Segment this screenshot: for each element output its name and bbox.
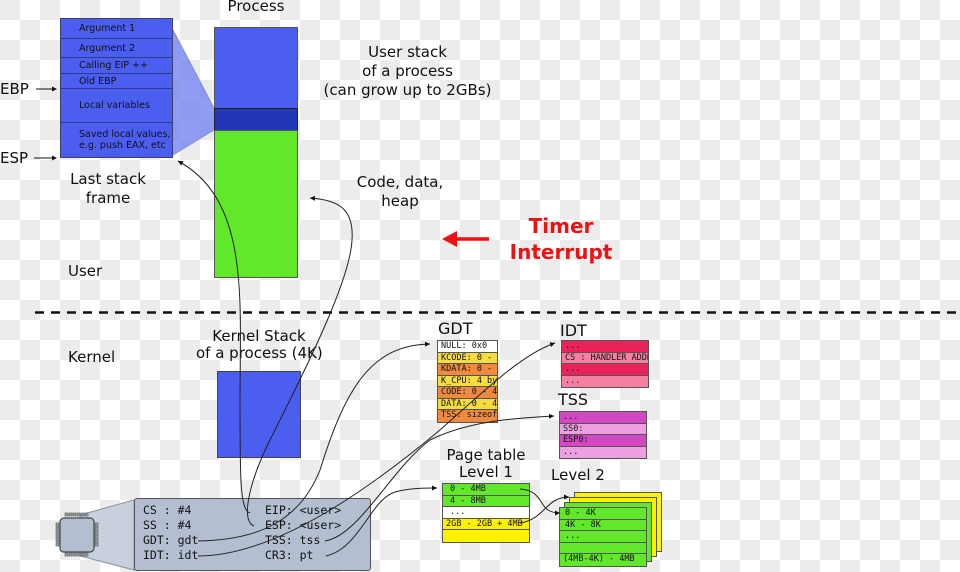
gdt-entry: KCODE: 0 - 4GB [438, 352, 497, 364]
reg-cs: CS : #4 [143, 503, 192, 517]
ebp-label: EBP [0, 80, 29, 98]
frame-row-saved-locals: Saved local values, e.g. push EAX, etc [79, 129, 171, 151]
reg-ss: SS : #4 [143, 518, 192, 532]
idt-title: IDT [560, 321, 587, 340]
code-label-2: heap [381, 192, 419, 210]
frame-row-old-ebp: Old EBP [61, 74, 172, 89]
frame-row-argument-2: Argument 2 [61, 39, 172, 58]
gdt-title: GDT [438, 319, 473, 338]
level2-label: Level 2 [551, 466, 605, 484]
idt-table: ... CS : HANDLER ADDR ... ... [561, 340, 649, 388]
pt1-entry: 4 - 8MB [443, 495, 529, 507]
timer-label-2: Interrupt [509, 240, 613, 264]
gdt-entry: NULL: 0x0 [438, 341, 497, 353]
page-table-level2: 0 - 4K 4K - 8K ... (4MB-4K) - 4MB [559, 507, 647, 567]
user-stack-block [214, 27, 298, 109]
pt2-entry: (4MB-4K) - 4MB [560, 554, 646, 566]
code-data-heap-block [214, 130, 298, 278]
last-frame-label-2: frame [85, 189, 131, 207]
pt2-entry [560, 542, 646, 554]
gdt-entry: DATA: 0 - 4GB [438, 398, 497, 410]
cpu-registers-panel: CS : #4 SS : #4 GDT: gdt IDT: idt EIP: <… [134, 498, 371, 571]
idt-entry: ... [562, 375, 648, 387]
kernel-mode-label: Kernel [68, 348, 116, 366]
code-label-1: Code, data, [356, 173, 444, 191]
pt2-entry: 4K - 8K [560, 519, 646, 531]
reg-esp: ESP: <user> [265, 518, 342, 532]
last-frame-label-1: Last stack [70, 170, 146, 188]
kernel-stack-block [217, 371, 301, 458]
idt-entry: ... [562, 341, 648, 353]
idt-entry: CS : HANDLER ADDR [562, 352, 648, 364]
pt1-entry [443, 530, 529, 542]
gdt-entry: KDATA: 0 - 4GB [438, 364, 497, 376]
user-stack-label-2: of a process [362, 62, 453, 80]
reg-tss: TSS: tss [265, 533, 321, 547]
frame-row-local-variables: Local variables [61, 89, 172, 123]
esp-label: ESP [0, 149, 29, 167]
pt1-entry: 0 - 4MB [443, 484, 529, 496]
user-stack-label-1: User stack [368, 43, 447, 61]
frame-row-argument-1: Argument 1 [61, 19, 172, 39]
user-mode-label: User [68, 262, 103, 280]
timer-label-1: Timer [528, 214, 594, 238]
tss-table: ... SS0: ESP0: ... [559, 411, 647, 459]
kernel-stack-label-2: of a process (4K) [196, 344, 323, 362]
page-table-level1: 0 - 4MB 4 - 8MB ... 2GB - 2GB + 4MB [442, 483, 530, 543]
process-title: Process [227, 0, 285, 15]
gdt-entry: K_CPU: 4 bytes [438, 375, 497, 387]
tss-entry: ... [560, 446, 646, 458]
last-stack-frame: Argument 1 Argument 2 Calling EIP ++ Old… [60, 18, 173, 158]
reg-eip: EIP: <user> [265, 503, 342, 517]
gdt-entry: TSS: sizeof(ts) [438, 410, 497, 422]
reg-cr3: CR3: pt [265, 548, 314, 562]
idt-entry: ... [562, 364, 648, 376]
page-table-label-2: Level 1 [459, 463, 513, 481]
gdt-entry: CODE: 0 - 4GB [438, 387, 497, 399]
tss-entry: ... [560, 412, 646, 424]
gdt-table: NULL: 0x0 KCODE: 0 - 4GB KDATA: 0 - 4GB … [437, 340, 498, 423]
pt1-entry: ... [443, 507, 529, 519]
user-stack-label-3: (can grow up to 2GBs) [323, 81, 492, 99]
pt1-entry: 2GB - 2GB + 4MB [443, 518, 529, 530]
reg-idt: IDT: idt [143, 548, 199, 562]
frame-row-calling-eip: Calling EIP ++ [61, 58, 172, 74]
reg-gdt: GDT: gdt [143, 533, 199, 547]
pt2-entry: 0 - 4K [560, 508, 646, 520]
pt2-entry: ... [560, 531, 646, 543]
tss-entry: SS0: [560, 423, 646, 435]
tss-entry: ESP0: [560, 435, 646, 447]
last-frame-block [214, 108, 298, 131]
tss-title: TSS [558, 390, 589, 409]
